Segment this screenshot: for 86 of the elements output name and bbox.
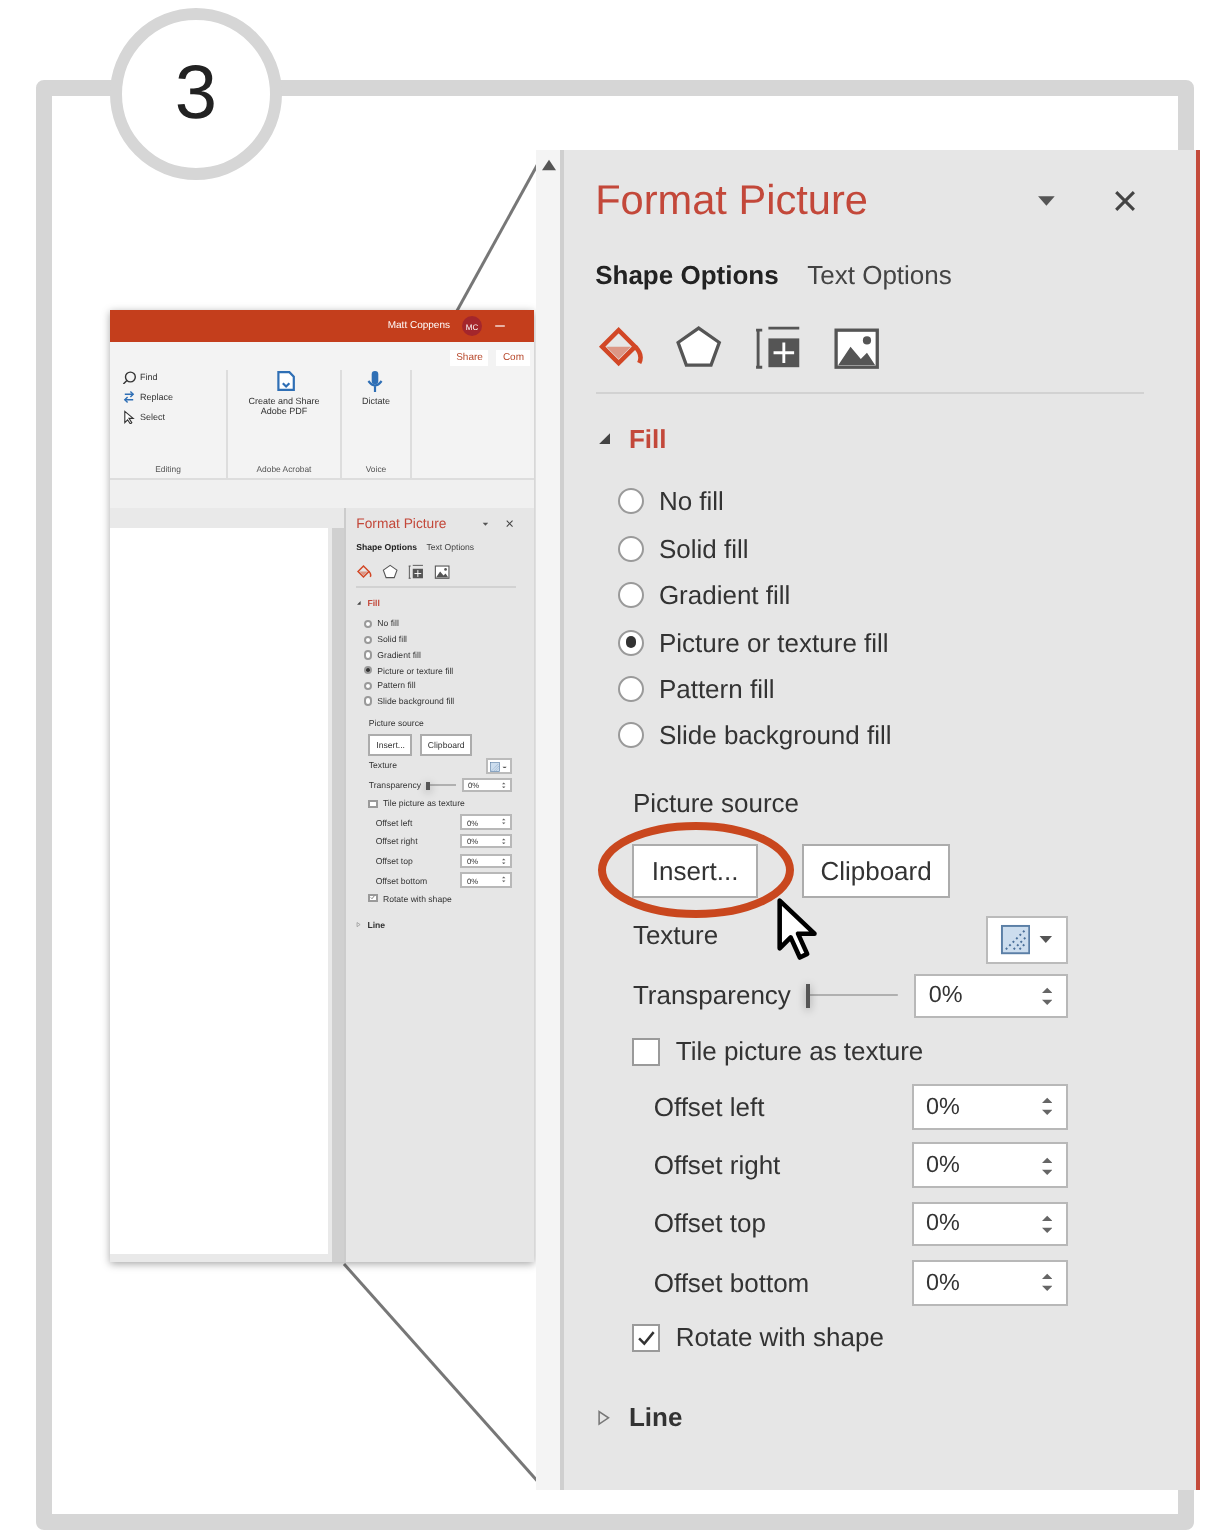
radio-button[interactable] [618,582,645,609]
radio-button[interactable] [364,650,373,660]
spinner-arrows-icon[interactable] [1041,1272,1053,1293]
radio-button[interactable] [618,722,645,749]
spinner-arrows-icon[interactable] [502,837,507,845]
radio-button[interactable] [364,619,373,629]
option-label[interactable]: No fill [658,486,724,517]
radio-button[interactable] [618,488,645,515]
pane-button[interactable]: Clipboard [801,843,951,899]
texture-dropdown[interactable] [986,915,1068,965]
offset-label: Offset top [651,1208,768,1239]
spinner-arrows-icon[interactable] [502,781,507,789]
microphone-icon [364,370,387,392]
spinner-arrows-icon[interactable] [1041,985,1053,1007]
radio-button[interactable] [364,635,373,644]
search-icon [122,370,136,384]
option-label[interactable]: Solid fill [658,533,749,564]
option-label[interactable]: Slide background fill [658,720,892,751]
size-properties-icon[interactable] [753,324,804,374]
collapse-triangle-icon[interactable] [595,430,611,447]
option-label[interactable]: Gradient fill [658,580,791,611]
offset-field[interactable]: 0% [911,1201,1068,1247]
caret-icon[interactable] [1036,194,1057,208]
spinner-arrows-icon[interactable] [1041,1155,1053,1176]
checkbox-label[interactable]: Rotate with shape [675,1322,884,1353]
image-icon[interactable] [434,563,452,581]
offset-field[interactable]: 0% [911,1084,1068,1130]
offset-field[interactable]: 0% [911,1259,1068,1306]
section-header[interactable]: Fill [628,423,667,454]
offset-field[interactable]: 0% [911,1142,1068,1189]
pentagon-icon[interactable] [382,563,399,581]
caret-icon [1038,934,1055,946]
checkbox[interactable] [368,893,378,903]
checkbox[interactable] [632,1038,661,1066]
tab[interactable]: Shape Options [595,259,779,290]
radio-button[interactable] [618,535,645,562]
option-label[interactable]: Pattern fill [658,673,775,704]
checkbox-label[interactable]: Tile picture as texture [675,1036,924,1067]
texture-dropdown[interactable] [485,758,513,775]
collapse-triangle-icon[interactable] [356,600,362,606]
pane-button[interactable]: Insert... [632,843,758,899]
size-properties-icon[interactable] [408,563,425,581]
mouse-pointer-icon [776,896,820,964]
transparency-label: Transparency [632,980,791,1011]
spinner-arrows-icon[interactable] [502,857,507,865]
paint-bucket-icon[interactable] [356,563,373,581]
spinner-arrows-icon[interactable] [1041,1213,1053,1235]
checkbox[interactable] [368,799,378,809]
replace-icon [122,390,136,404]
section-header[interactable]: Line [628,1402,683,1433]
pointer-icon [122,410,136,424]
radio-button[interactable] [618,675,645,702]
caret-icon[interactable] [481,521,489,527]
radio-button[interactable] [364,681,373,690]
pdf-icon [273,370,295,392]
texture-icon [490,761,501,772]
offset-label: Offset right [651,1150,783,1181]
image-icon[interactable] [832,324,883,374]
radio-button[interactable] [364,665,373,675]
option-label[interactable]: Picture or texture fill [658,627,889,657]
transparency-slider[interactable] [426,781,457,790]
checkmark-icon [636,1327,657,1349]
transparency-field[interactable]: 0% [913,973,1068,1019]
radio-button[interactable] [364,696,373,706]
step-number: 3 [110,8,282,180]
checkbox[interactable] [632,1324,661,1352]
scroll-up-arrow-icon[interactable] [539,158,557,172]
spinner-arrows-icon[interactable] [502,818,507,826]
caret-icon [502,765,509,769]
scrollbar[interactable] [536,150,564,1490]
close-icon[interactable] [1114,190,1137,213]
pane-title: Format Picture [595,177,870,226]
close-icon[interactable] [506,520,515,528]
checkmark-icon [370,894,376,902]
offset-label: Offset bottom [651,1267,812,1298]
texture-label: Texture [632,920,721,951]
radio-button[interactable] [618,629,645,655]
offset-label: Offset left [651,1091,767,1122]
texture-icon [999,924,1031,956]
scrollbar[interactable] [332,528,344,1262]
expand-triangle-icon[interactable] [595,1409,611,1426]
minimize-icon[interactable] [494,320,506,332]
tab[interactable]: Text Options [807,259,952,290]
picture-source-label: Picture source [632,787,802,818]
spinner-arrows-icon[interactable] [1041,1096,1053,1118]
spinner-arrows-icon[interactable] [502,876,507,884]
